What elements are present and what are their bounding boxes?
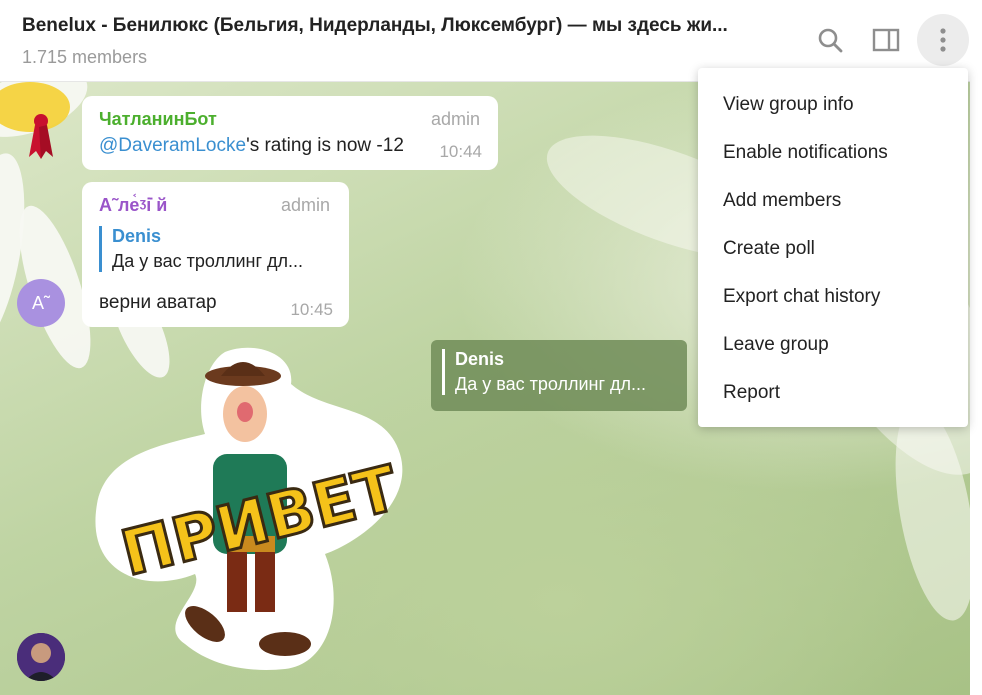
admin-badge: admin bbox=[280, 195, 330, 215]
menu-item-leave-group[interactable]: Leave group bbox=[698, 321, 968, 369]
reply-author: Denis bbox=[455, 349, 505, 369]
menu-item-create-poll[interactable]: Create poll bbox=[698, 225, 968, 273]
chat-title[interactable]: Benelux - Бенилюкс (Бельгия, Нидерланды,… bbox=[22, 15, 742, 37]
avatar-initials: А˜ bbox=[32, 292, 50, 313]
bot-avatar[interactable] bbox=[17, 112, 65, 160]
search-icon bbox=[818, 28, 843, 53]
message-text: @DaveramLocke's rating is now -12 bbox=[99, 135, 404, 156]
reply-snippet: Да у вас троллинг дл... bbox=[455, 374, 647, 394]
message-bubble[interactable]: ЧатланинБот admin @DaveramLocke's rating… bbox=[82, 96, 498, 170]
menu-item-report[interactable]: Report bbox=[698, 369, 968, 417]
search-button[interactable] bbox=[804, 14, 856, 66]
ribbon-icon bbox=[29, 114, 53, 159]
more-options-menu: View group info Enable notifications Add… bbox=[698, 68, 968, 427]
sidebar-toggle-button[interactable] bbox=[860, 14, 912, 66]
message-text: верни аватар bbox=[99, 292, 217, 313]
more-menu-button[interactable] bbox=[917, 14, 969, 66]
window-edge bbox=[970, 0, 982, 695]
message-time: 10:45 bbox=[290, 300, 333, 319]
menu-item-enable-notifications[interactable]: Enable notifications bbox=[698, 129, 968, 177]
reply-author: Denis bbox=[112, 226, 162, 246]
reply-preview[interactable]: Denis Да у вас троллинг дл... bbox=[431, 340, 687, 411]
reply-quote[interactable]: Denis Да у вас троллинг дл... bbox=[99, 226, 303, 272]
menu-item-export-chat-history[interactable]: Export chat history bbox=[698, 273, 968, 321]
sender-name[interactable]: ЧатланинБот bbox=[99, 109, 217, 130]
user-avatar[interactable]: А˜ bbox=[17, 279, 65, 327]
sticker-image: ПРИВЕТ bbox=[95, 347, 406, 670]
reply-quote: Denis Да у вас троллинг дл... bbox=[442, 349, 646, 395]
message-time: 10:44 bbox=[439, 142, 482, 161]
sender-name[interactable]: А˜лe᷾ᶾі̇ й bbox=[99, 195, 167, 216]
menu-item-add-members[interactable]: Add members bbox=[698, 177, 968, 225]
menu-item-view-group-info[interactable]: View group info bbox=[698, 81, 968, 129]
more-vertical-icon bbox=[940, 28, 946, 52]
message-bubble[interactable]: А˜лe᷾ᶾі̇ й admin Denis Да у вас троллинг… bbox=[82, 182, 349, 327]
sidebar-toggle-icon bbox=[872, 28, 900, 52]
profile-photo-icon bbox=[17, 633, 65, 681]
reply-snippet: Да у вас троллинг дл... bbox=[112, 251, 304, 271]
sticker-privet[interactable]: ПРИВЕТ bbox=[95, 344, 407, 674]
member-count[interactable]: 1.715 members bbox=[22, 47, 147, 68]
user-mention-link[interactable]: @DaveramLocke bbox=[99, 135, 246, 156]
admin-badge: admin bbox=[430, 109, 480, 129]
user-avatar[interactable] bbox=[17, 633, 65, 681]
